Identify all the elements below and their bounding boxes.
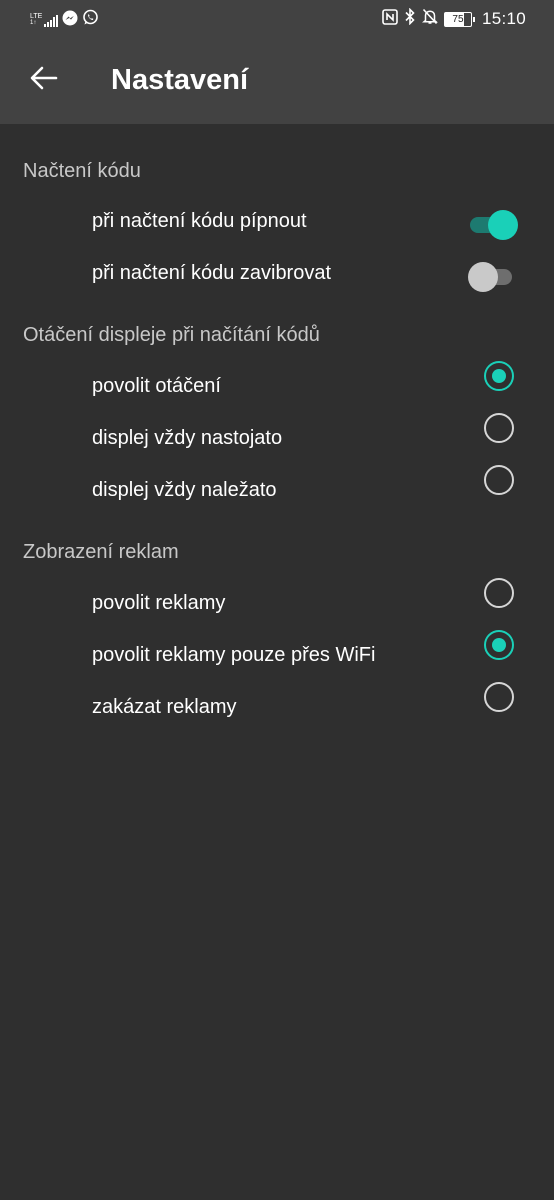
radio-label-allow-ads: povolit reklamy xyxy=(92,592,226,614)
radio-label-allow-rotation: povolit otáčení xyxy=(92,375,221,397)
lte-signal-icon: LTE 1↑ xyxy=(30,13,59,27)
status-bar: LTE 1↑ 75 15:10 xyxy=(0,0,554,38)
setting-label-vibrate: při načtení kódu zavibrovat xyxy=(92,262,332,284)
app-bar: LTE 1↑ 75 15:10 Nastavení xyxy=(0,0,554,124)
radio-label-portrait: displej vždy nastojato xyxy=(92,427,283,449)
back-button[interactable] xyxy=(24,60,64,100)
vibrate-toggle[interactable] xyxy=(468,262,518,292)
section-title-scan: Načtení kódu xyxy=(23,160,141,182)
radio-portrait[interactable] xyxy=(484,413,514,443)
bell-off-icon xyxy=(421,8,438,30)
radio-label-disable-ads: zakázat reklamy xyxy=(92,696,237,718)
radio-row-portrait[interactable]: displej vždy nastojato xyxy=(0,413,554,465)
radio-disable-ads[interactable] xyxy=(484,682,514,712)
vibrate-toggle-thumb xyxy=(468,262,498,292)
nfc-icon xyxy=(382,8,398,30)
radio-label-landscape: displej vždy naležato xyxy=(92,479,277,501)
battery-level: 75 xyxy=(452,13,464,25)
beep-toggle[interactable] xyxy=(468,210,518,240)
radio-row-allow-ads[interactable]: povolit reklamy xyxy=(0,578,554,630)
radio-label-ads-wifi: povolit reklamy pouze přes WiFi xyxy=(92,644,376,666)
network-type: LTE xyxy=(30,13,43,20)
battery-icon: 75 xyxy=(443,11,475,27)
page-title: Nastavení xyxy=(111,64,249,96)
radio-allow-rotation[interactable] xyxy=(484,361,514,391)
radio-landscape[interactable] xyxy=(484,465,514,495)
setting-row-vibrate[interactable]: při načtení kódu zavibrovat xyxy=(0,248,554,300)
radio-row-ads-wifi[interactable]: povolit reklamy pouze přes WiFi xyxy=(0,630,554,682)
section-title-rotation: Otáčení displeje při načítání kódů xyxy=(23,324,320,346)
setting-label-beep: při načtení kódu pípnout xyxy=(92,210,307,232)
radio-row-landscape[interactable]: displej vždy naležato xyxy=(0,465,554,517)
status-bar-right: 75 15:10 xyxy=(382,7,526,30)
radio-row-allow-rotation[interactable]: povolit otáčení xyxy=(0,361,554,413)
radio-allow-ads[interactable] xyxy=(484,578,514,608)
section-title-ads: Zobrazení reklam xyxy=(23,541,179,563)
whatsapp-icon xyxy=(82,9,99,31)
arrow-left-icon xyxy=(30,66,58,95)
messenger-icon xyxy=(62,10,78,31)
status-time: 15:10 xyxy=(481,9,526,28)
network-sub: 1↑ xyxy=(30,20,37,26)
beep-toggle-thumb xyxy=(488,210,518,240)
setting-row-beep[interactable]: při načtení kódu pípnout xyxy=(0,196,554,248)
status-bar-left: LTE 1↑ xyxy=(30,9,99,31)
radio-row-disable-ads[interactable]: zakázat reklamy xyxy=(0,682,554,734)
radio-ads-wifi[interactable] xyxy=(484,630,514,660)
bluetooth-icon xyxy=(404,7,416,30)
